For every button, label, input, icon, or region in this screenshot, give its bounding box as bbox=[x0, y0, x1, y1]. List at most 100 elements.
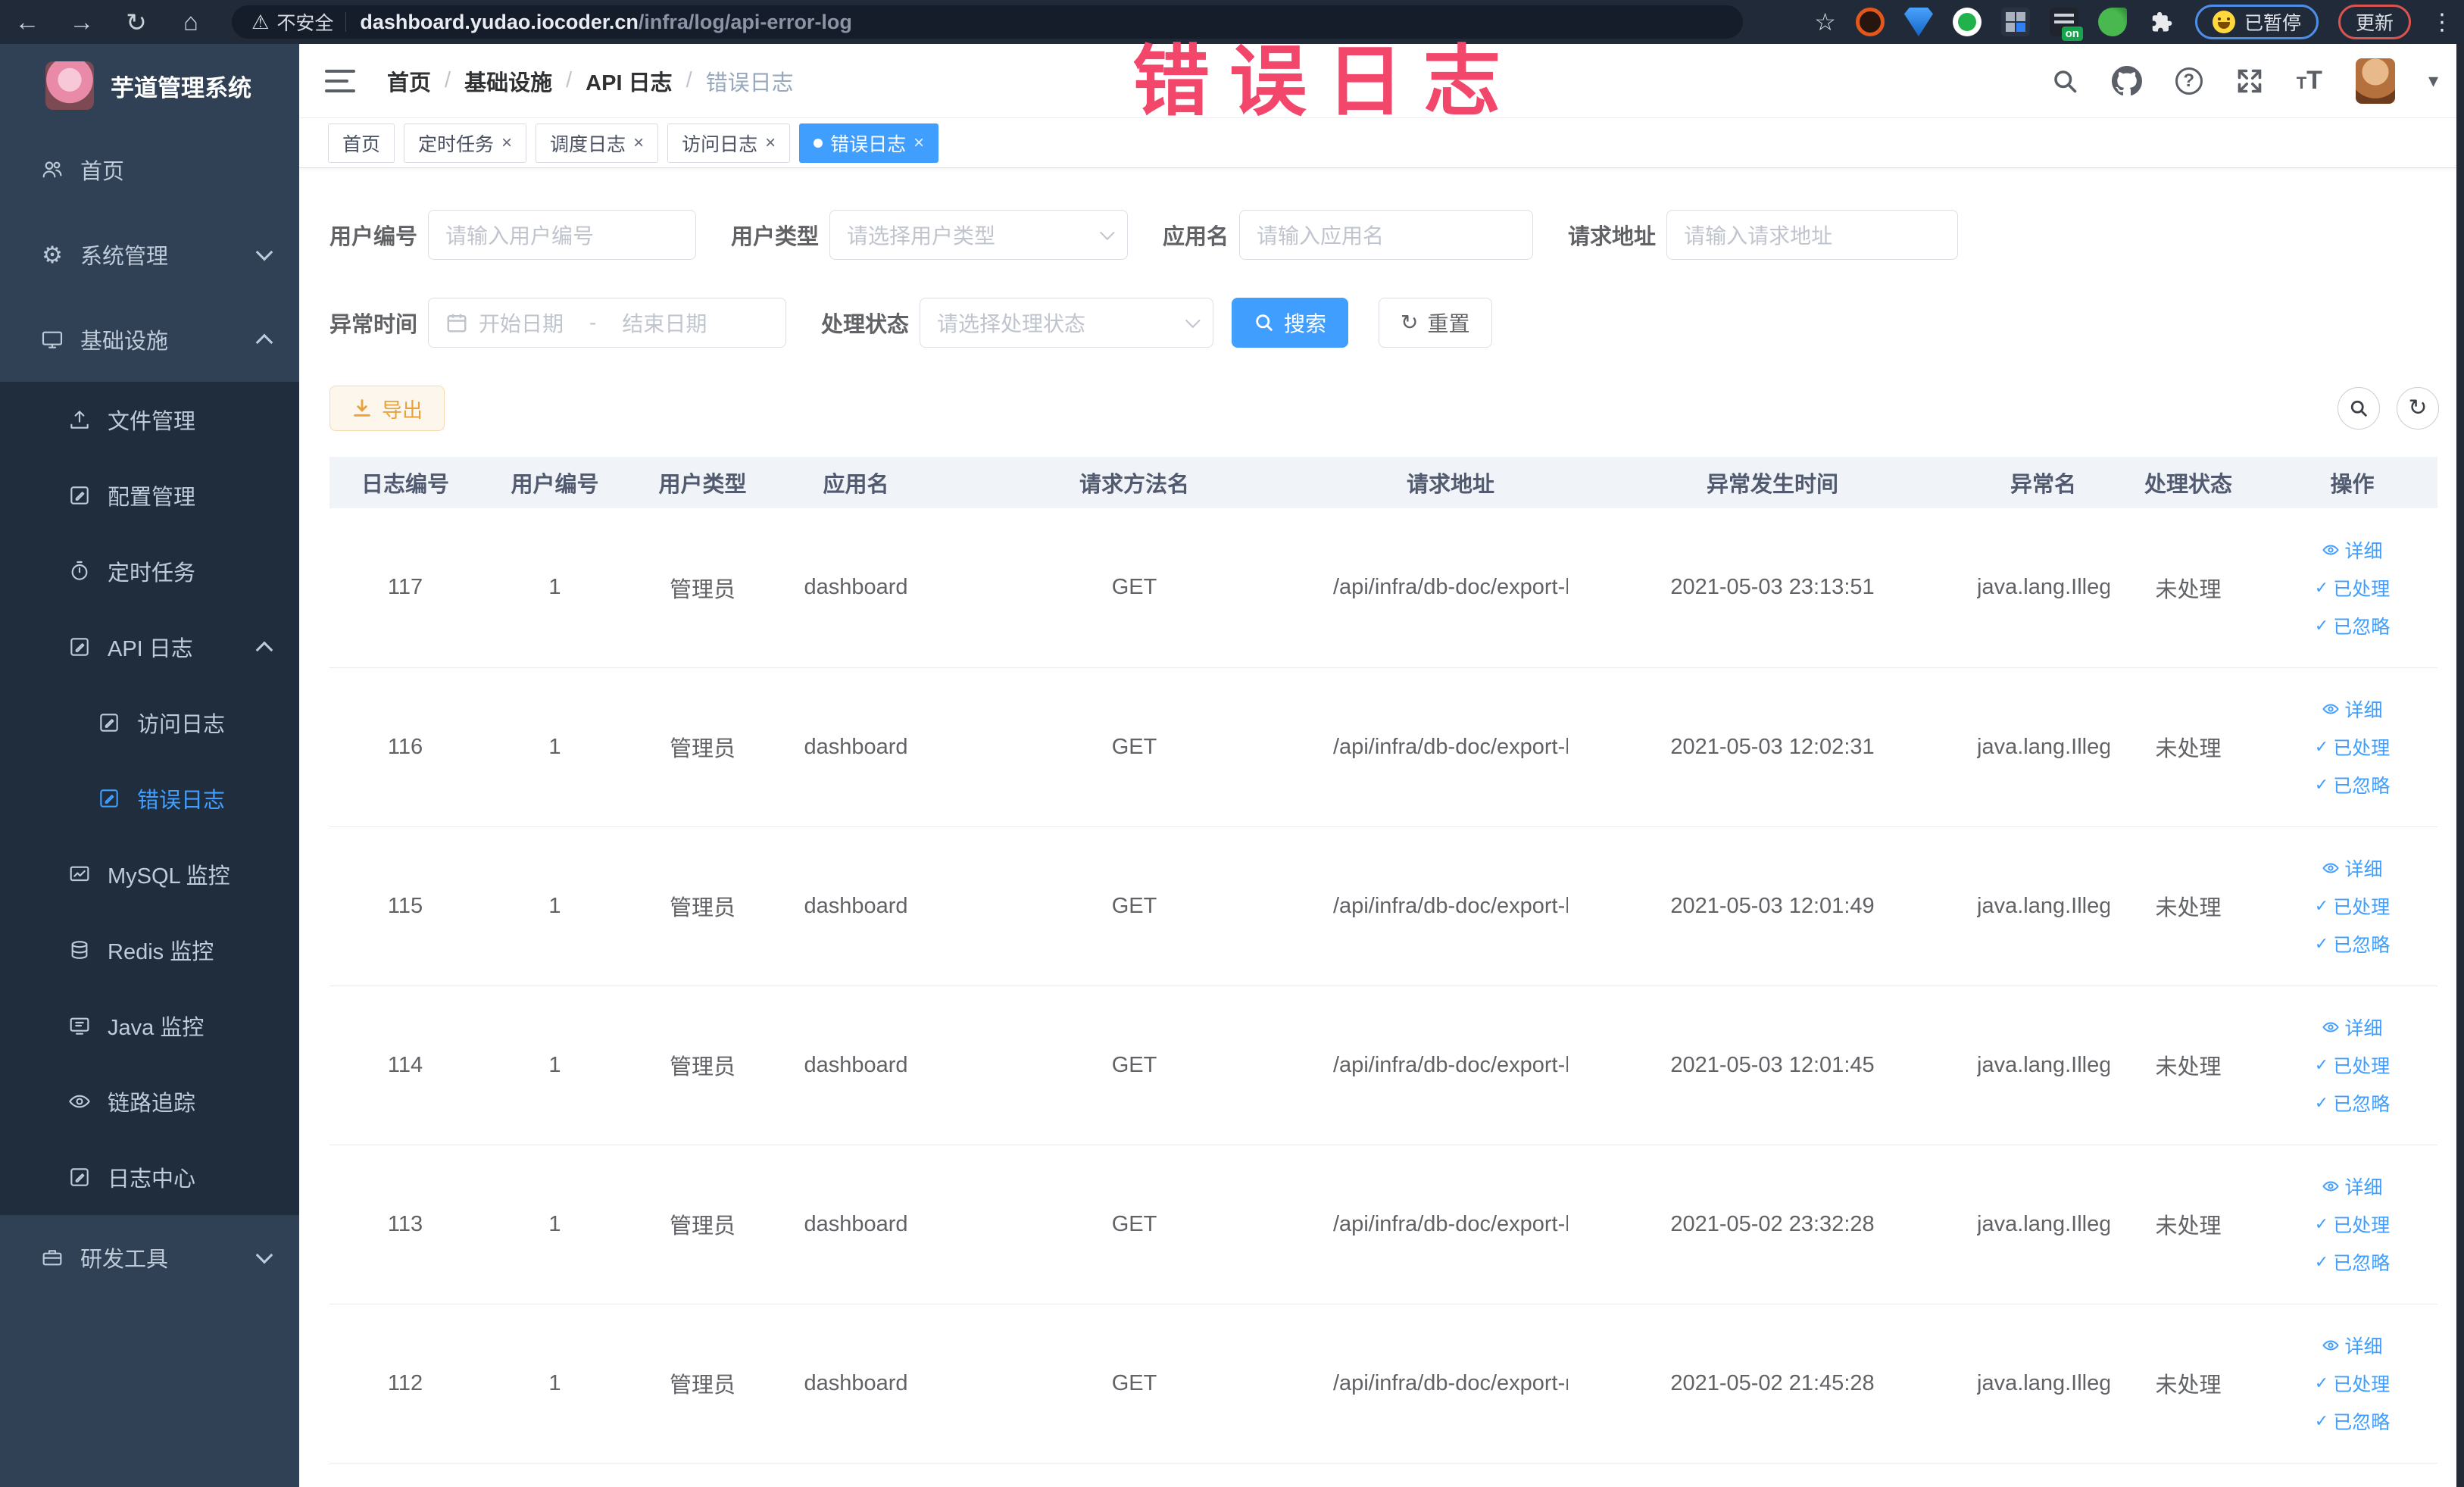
breadcrumb-label[interactable]: 首页 bbox=[387, 65, 431, 97]
extension-shield-icon[interactable] bbox=[1903, 8, 1933, 36]
sidebar-menu-item[interactable]: 首页 bbox=[0, 127, 299, 212]
back-icon[interactable]: ← bbox=[0, 8, 55, 36]
sidebar-logo[interactable]: 芋道管理系统 bbox=[0, 44, 299, 127]
home-icon[interactable]: ⌂ bbox=[164, 8, 218, 36]
reload-icon[interactable]: ↻ bbox=[109, 8, 164, 37]
mark-processed-link[interactable]: ✓ 已处理 bbox=[2315, 1370, 2390, 1397]
sidebar-menu-item[interactable]: API 日志 bbox=[0, 609, 299, 685]
detail-link[interactable]: 详细 bbox=[2322, 1014, 2383, 1041]
sidebar-collapse-icon[interactable] bbox=[325, 69, 355, 92]
fullscreen-icon[interactable] bbox=[2236, 67, 2263, 95]
breadcrumb-label[interactable]: API 日志 bbox=[586, 65, 672, 97]
browser-update-button[interactable]: 更新 bbox=[2338, 5, 2411, 39]
detail-link[interactable]: 详细 bbox=[2322, 695, 2383, 723]
view-tag[interactable]: 调度日志 × bbox=[536, 123, 659, 163]
forward-icon[interactable]: → bbox=[55, 8, 109, 36]
scrollbar[interactable] bbox=[2456, 44, 2464, 1487]
sidebar-menu-item[interactable]: Redis 监控 bbox=[0, 912, 299, 988]
request-url-input[interactable]: 请输入请求地址 bbox=[1666, 210, 1959, 260]
cell-status: 未处理 bbox=[2110, 986, 2267, 1145]
mark-ignored-link[interactable]: ✓ 已忽略 bbox=[2315, 1407, 2390, 1435]
detail-link[interactable]: 详细 bbox=[2322, 536, 2383, 564]
extension-green-check-icon[interactable] bbox=[1952, 8, 1982, 36]
cell-log-id: 113 bbox=[329, 1145, 481, 1304]
detail-link-label: 详细 bbox=[2344, 1018, 2383, 1039]
search-button[interactable]: 搜索 bbox=[1232, 298, 1349, 348]
menu-item-icon bbox=[67, 1089, 92, 1114]
tag-close-icon[interactable]: × bbox=[765, 133, 776, 152]
security-label[interactable]: 不安全 bbox=[276, 8, 333, 36]
reset-button[interactable]: ↻ 重置 bbox=[1379, 298, 1492, 348]
extension-leaf-icon[interactable] bbox=[2097, 8, 2127, 36]
menu-item-icon bbox=[67, 407, 92, 433]
mark-ignored-link[interactable]: ✓ 已忽略 bbox=[2315, 930, 2390, 957]
detail-link[interactable]: 详细 bbox=[2322, 1332, 2383, 1359]
sidebar-menu-item[interactable]: ⚙ 系统管理 bbox=[0, 212, 299, 297]
table-header-cell: 请求方法名 bbox=[935, 457, 1333, 508]
mark-processed-link[interactable]: ✓ 已处理 bbox=[2315, 1211, 2390, 1238]
mark-processed-link[interactable]: ✓ 已处理 bbox=[2315, 1051, 2390, 1079]
cell-method: GET bbox=[935, 508, 1333, 668]
help-icon[interactable]: ? bbox=[2175, 67, 2203, 95]
sidebar-menu-item[interactable]: 链路追踪 bbox=[0, 1064, 299, 1139]
github-icon[interactable] bbox=[2111, 65, 2142, 96]
sidebar-menu-item[interactable]: 文件管理 bbox=[0, 382, 299, 458]
sidebar-menu-item[interactable]: 定时任务 bbox=[0, 533, 299, 609]
breadcrumb-item: 首页 / bbox=[387, 65, 451, 97]
mark-ignored-link[interactable]: ✓ 已忽略 bbox=[2315, 1248, 2390, 1276]
detail-link[interactable]: 详细 bbox=[2322, 854, 2383, 882]
extension-grid-icon[interactable] bbox=[2000, 8, 2030, 36]
sidebar-menu-item[interactable]: 错误日志 bbox=[0, 761, 299, 836]
sidebar-menu-item[interactable]: 访问日志 bbox=[0, 685, 299, 761]
process-status-select[interactable]: 请选择处理状态 bbox=[920, 298, 1214, 348]
table-row: 115 1 管理员 dashboard GET /api/infra/db-do… bbox=[329, 826, 2437, 986]
user-id-input[interactable]: 请输入用户编号 bbox=[428, 210, 697, 260]
view-tag[interactable]: 访问日志 × bbox=[667, 123, 791, 163]
view-tag[interactable]: 错误日志 × bbox=[799, 123, 939, 163]
view-tag[interactable]: 定时任务 × bbox=[404, 123, 527, 163]
cell-user-type: 管理员 bbox=[629, 1304, 776, 1464]
breadcrumb-label[interactable]: 基础设施 bbox=[464, 65, 552, 97]
tag-close-icon[interactable]: × bbox=[633, 133, 644, 152]
tag-close-icon[interactable]: × bbox=[501, 133, 512, 152]
calendar-icon bbox=[445, 311, 468, 334]
breadcrumb-label[interactable]: 错误日志 bbox=[706, 65, 794, 97]
view-tag[interactable]: 首页 bbox=[328, 123, 395, 163]
font-size-icon[interactable]: TT bbox=[2297, 66, 2322, 95]
refresh-table-button[interactable]: ↻ bbox=[2397, 387, 2439, 430]
sidebar-menu-item[interactable]: MySQL 监控 bbox=[0, 836, 299, 912]
sidebar-menu-item[interactable]: 配置管理 bbox=[0, 458, 299, 533]
avatar-caret-icon[interactable]: ▾ bbox=[2428, 69, 2438, 92]
detail-link[interactable]: 详细 bbox=[2322, 1173, 2383, 1200]
menu-expand-chevron-icon bbox=[255, 243, 273, 261]
sidebar-menu-item[interactable]: 研发工具 bbox=[0, 1215, 299, 1300]
bookmark-star-icon[interactable]: ☆ bbox=[1814, 8, 1836, 36]
mark-ignored-link[interactable]: ✓ 已忽略 bbox=[2315, 612, 2390, 639]
mark-ignored-link[interactable]: ✓ 已忽略 bbox=[2315, 771, 2390, 798]
tag-close-icon[interactable]: × bbox=[913, 133, 924, 152]
mark-processed-link[interactable]: ✓ 已处理 bbox=[2315, 892, 2390, 920]
sidebar-menu-item[interactable]: 基础设施 bbox=[0, 297, 299, 382]
sidebar-menu-item[interactable]: 日志中心 bbox=[0, 1139, 299, 1215]
cell-user-id: 1 bbox=[481, 986, 629, 1145]
extension-orange-icon[interactable] bbox=[1855, 8, 1885, 36]
user-id-label: 用户编号 bbox=[329, 225, 418, 249]
menu-expand-chevron-icon bbox=[255, 1246, 273, 1264]
paused-extension-chip[interactable]: 已暂停 bbox=[2194, 5, 2319, 39]
user-avatar[interactable] bbox=[2355, 58, 2395, 104]
mark-processed-link[interactable]: ✓ 已处理 bbox=[2315, 574, 2390, 601]
toggle-search-button[interactable] bbox=[2338, 387, 2380, 430]
menu-item-icon bbox=[39, 157, 65, 183]
search-icon[interactable] bbox=[2051, 67, 2078, 95]
sidebar-menu-item[interactable]: Java 监控 bbox=[0, 988, 299, 1064]
browser-menu-icon[interactable]: ⋮ bbox=[2431, 9, 2453, 36]
extension-tampermonkey-icon[interactable]: on bbox=[2049, 8, 2083, 41]
export-button[interactable]: 导出 bbox=[329, 386, 445, 431]
cell-actions: 详细 ✓ 已处理 ✓ 已忽略 bbox=[2267, 1304, 2437, 1464]
exception-time-range-picker[interactable]: 开始日期 - 结束日期 bbox=[428, 298, 787, 348]
user-type-select[interactable]: 请选择用户类型 bbox=[829, 210, 1129, 260]
mark-processed-link[interactable]: ✓ 已处理 bbox=[2315, 733, 2390, 761]
mark-ignored-link[interactable]: ✓ 已忽略 bbox=[2315, 1089, 2390, 1117]
app-name-input[interactable]: 请输入应用名 bbox=[1239, 210, 1534, 260]
extensions-puzzle-icon[interactable] bbox=[2147, 8, 2175, 36]
